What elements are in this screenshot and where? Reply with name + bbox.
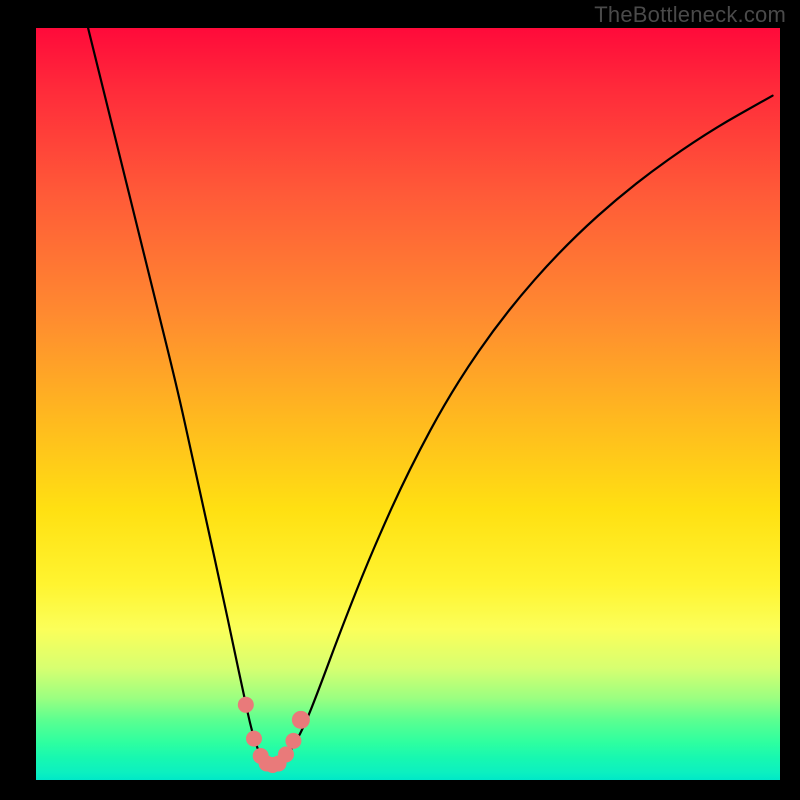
bottleneck-curve <box>88 28 772 765</box>
bottleneck-curve-chart <box>0 0 800 800</box>
curve-dot <box>246 731 262 747</box>
curve-dot <box>278 746 294 762</box>
curve-dot <box>292 711 310 729</box>
curve-dot <box>285 733 301 749</box>
curve-dot <box>238 697 254 713</box>
chart-frame: TheBottleneck.com <box>0 0 800 800</box>
